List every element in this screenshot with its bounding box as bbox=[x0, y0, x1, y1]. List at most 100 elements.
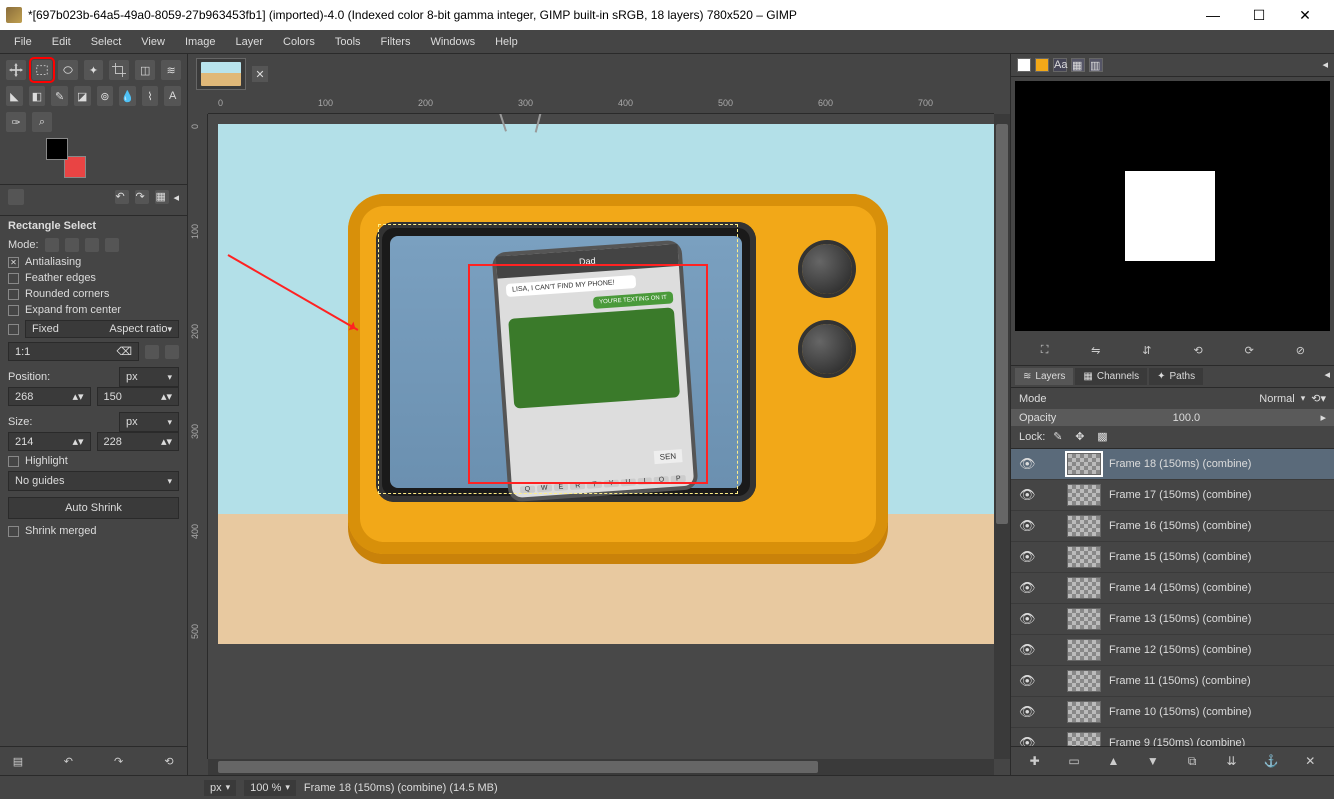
pencil-tool[interactable]: ✎ bbox=[51, 86, 68, 106]
tab-icon-2[interactable]: ↷ bbox=[135, 190, 149, 204]
canvas[interactable]: Dad LISA, I CAN'T FIND MY PHONE! YOU'RE … bbox=[208, 114, 994, 759]
color-swatch[interactable] bbox=[46, 138, 86, 178]
layer-up-icon[interactable]: ▲ bbox=[1105, 753, 1121, 769]
layer-row[interactable]: 👁 Frame 12 (150ms) (combine) bbox=[1011, 635, 1334, 666]
antialiasing-checkbox[interactable] bbox=[8, 257, 19, 268]
visibility-icon[interactable]: 👁 bbox=[1019, 580, 1035, 596]
layer-name[interactable]: Frame 13 (150ms) (combine) bbox=[1109, 613, 1326, 625]
layer-row[interactable]: 👁 Frame 11 (150ms) (combine) bbox=[1011, 666, 1334, 697]
bucket-fill-tool[interactable]: ◣ bbox=[6, 86, 23, 106]
layer-name[interactable]: Frame 18 (150ms) (combine) bbox=[1109, 458, 1326, 470]
dock-menu-icon[interactable]: ◂ bbox=[173, 191, 179, 204]
layer-row[interactable]: 👁Frame 16 (150ms) (combine) bbox=[1011, 511, 1334, 542]
dock-menu-icon[interactable]: ◂ bbox=[1322, 58, 1328, 72]
menu-select[interactable]: Select bbox=[83, 34, 130, 50]
layer-name[interactable]: Frame 12 (150ms) (combine) bbox=[1109, 644, 1326, 656]
gradient-tool[interactable]: ◧ bbox=[29, 86, 46, 106]
layer-name[interactable]: Frame 14 (150ms) (combine) bbox=[1109, 582, 1326, 594]
close-button[interactable]: ✕ bbox=[1282, 0, 1328, 30]
maximize-button[interactable]: ☐ bbox=[1236, 0, 1282, 30]
delete-layer-icon[interactable]: ✕ bbox=[1302, 753, 1318, 769]
mode-intersect-icon[interactable] bbox=[105, 238, 119, 252]
visibility-icon[interactable]: 👁 bbox=[1019, 518, 1035, 534]
visibility-icon[interactable]: 👁 bbox=[1019, 642, 1035, 658]
swatch-other-icon[interactable]: ▥ bbox=[1089, 58, 1103, 72]
swatch-orange[interactable] bbox=[1035, 58, 1049, 72]
visibility-icon[interactable]: 👁 bbox=[1019, 611, 1035, 627]
crop-tool[interactable] bbox=[109, 60, 129, 80]
layer-name[interactable]: Frame 17 (150ms) (combine) bbox=[1109, 489, 1326, 501]
image-tab[interactable] bbox=[196, 58, 246, 90]
feather-checkbox[interactable] bbox=[8, 273, 19, 284]
size-unit-select[interactable]: px▾ bbox=[119, 412, 179, 432]
fixed-checkbox[interactable] bbox=[8, 324, 19, 335]
eraser-tool[interactable]: ◪ bbox=[74, 86, 91, 106]
menu-help[interactable]: Help bbox=[487, 34, 526, 50]
mode-add-icon[interactable] bbox=[65, 238, 79, 252]
expand-checkbox[interactable] bbox=[8, 305, 19, 316]
menu-file[interactable]: File bbox=[6, 34, 40, 50]
mode-replace-icon[interactable] bbox=[45, 238, 59, 252]
opacity-value[interactable]: 100.0 bbox=[1173, 412, 1201, 424]
layer-name[interactable]: Frame 10 (150ms) (combine) bbox=[1109, 706, 1326, 718]
color-picker-tool[interactable]: ✑ bbox=[6, 112, 26, 132]
merge-down-icon[interactable]: ⇊ bbox=[1224, 753, 1240, 769]
tab-icon-3[interactable]: ▦ bbox=[155, 190, 169, 204]
visibility-icon[interactable]: 👁 bbox=[1019, 673, 1035, 689]
layer-row[interactable]: 👁 Frame 15 (150ms) (combine) bbox=[1011, 542, 1334, 573]
visibility-icon[interactable]: 👁 bbox=[1019, 549, 1035, 565]
menu-tools[interactable]: Tools bbox=[327, 34, 369, 50]
menu-view[interactable]: View bbox=[133, 34, 173, 50]
lock-alpha-icon[interactable]: ▩ bbox=[1097, 430, 1111, 444]
swatch-font-icon[interactable]: Aa bbox=[1053, 58, 1067, 72]
layer-name[interactable]: Frame 15 (150ms) (combine) bbox=[1109, 551, 1326, 563]
save-preset-icon[interactable]: ▤ bbox=[10, 753, 26, 769]
layer-row[interactable]: 👁 Frame 14 (150ms) (combine) bbox=[1011, 573, 1334, 604]
nav-reset-icon[interactable]: ⊘ bbox=[1291, 341, 1309, 359]
reset-icon[interactable]: ⟲ bbox=[161, 753, 177, 769]
smudge-tool[interactable]: 💧 bbox=[119, 86, 136, 106]
nav-zoom-fit-icon[interactable]: ⛶ bbox=[1036, 341, 1054, 359]
shrink-merged-checkbox[interactable] bbox=[8, 526, 19, 537]
layer-group-icon[interactable]: ▭ bbox=[1066, 753, 1082, 769]
swatch-history-icon[interactable]: ▦ bbox=[1071, 58, 1085, 72]
tool-options-tab-icon[interactable] bbox=[8, 189, 24, 205]
layer-row[interactable]: 👁 Frame 9 (150ms) (combine) bbox=[1011, 728, 1334, 746]
redo-icon[interactable]: ↷ bbox=[111, 753, 127, 769]
position-y-input[interactable]: 150▴▾ bbox=[97, 387, 180, 406]
ruler-vertical[interactable]: 0 100 200 300 400 500 bbox=[188, 114, 208, 759]
new-layer-icon[interactable]: ✚ bbox=[1027, 753, 1043, 769]
mode-subtract-icon[interactable] bbox=[85, 238, 99, 252]
position-unit-select[interactable]: px▾ bbox=[119, 367, 179, 387]
auto-shrink-button[interactable]: Auto Shrink bbox=[8, 497, 179, 519]
text-tool[interactable]: A bbox=[164, 86, 181, 106]
clone-tool[interactable]: ⊚ bbox=[97, 86, 114, 106]
nav-rotate-r-icon[interactable]: ⟳ bbox=[1240, 341, 1258, 359]
transform-tool[interactable]: ◫ bbox=[135, 60, 155, 80]
visibility-icon[interactable]: 👁 bbox=[1019, 487, 1035, 503]
menu-image[interactable]: Image bbox=[177, 34, 224, 50]
foreground-color[interactable] bbox=[46, 138, 68, 160]
layer-down-icon[interactable]: ▼ bbox=[1145, 753, 1161, 769]
mode-select[interactable]: Normal bbox=[1259, 393, 1294, 405]
dock-menu-icon[interactable]: ◂ bbox=[1324, 368, 1330, 385]
landscape-icon[interactable] bbox=[165, 345, 179, 359]
menu-layer[interactable]: Layer bbox=[228, 34, 272, 50]
guides-select[interactable]: No guides▾ bbox=[8, 471, 179, 491]
swatch-white[interactable] bbox=[1017, 58, 1031, 72]
nav-rotate-l-icon[interactable]: ⟲ bbox=[1189, 341, 1207, 359]
layer-name[interactable]: Frame 11 (150ms) (combine) bbox=[1109, 675, 1326, 687]
lock-pixels-icon[interactable]: ✎ bbox=[1053, 430, 1067, 444]
ruler-horizontal[interactable]: 0 100 200 300 400 500 600 700 bbox=[208, 94, 994, 114]
navigator-preview[interactable] bbox=[1015, 81, 1330, 331]
layer-row[interactable]: 👁Frame 18 (150ms) (combine) bbox=[1011, 449, 1334, 480]
position-x-input[interactable]: 268▴▾ bbox=[8, 387, 91, 406]
free-select-tool[interactable] bbox=[58, 60, 78, 80]
minimize-button[interactable]: — bbox=[1190, 0, 1236, 30]
highlight-checkbox[interactable] bbox=[8, 456, 19, 467]
tab-channels[interactable]: ▦Channels bbox=[1075, 368, 1147, 385]
tab-icon-1[interactable]: ↶ bbox=[115, 190, 129, 204]
layer-name[interactable]: Frame 9 (150ms) (combine) bbox=[1109, 737, 1326, 746]
visibility-icon[interactable]: 👁 bbox=[1019, 735, 1035, 746]
status-zoom-select[interactable]: 100 %▾ bbox=[244, 780, 296, 796]
